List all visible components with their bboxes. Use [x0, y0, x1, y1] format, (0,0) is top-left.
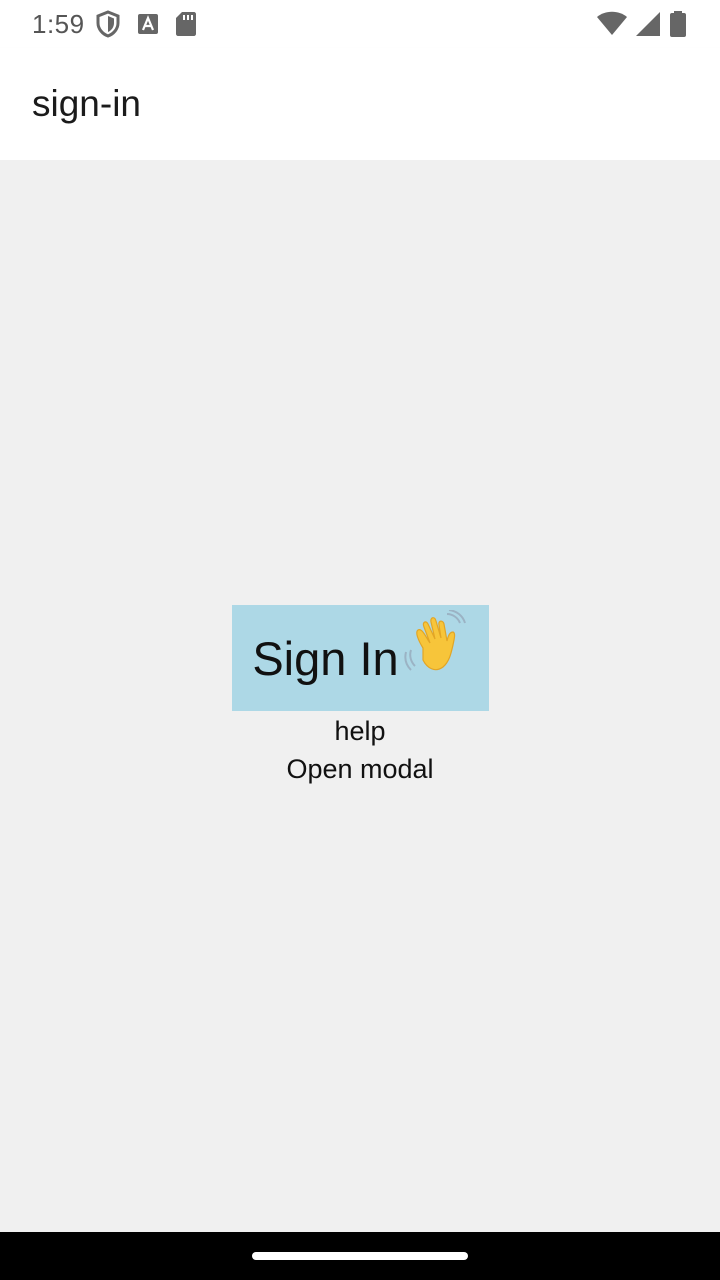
- cellular-signal-icon: [634, 11, 662, 37]
- sd-card-icon: [175, 11, 197, 37]
- status-bar: 1:59: [0, 0, 720, 48]
- status-time: 1:59: [32, 8, 85, 39]
- help-link[interactable]: help: [0, 716, 720, 747]
- sign-in-label: Sign In: [252, 631, 399, 685]
- navigation-bar: [0, 1232, 720, 1280]
- battery-icon: [668, 10, 688, 38]
- shield-icon: [95, 10, 121, 38]
- sign-in-button[interactable]: Sign In: [232, 605, 489, 711]
- font-a-icon: [137, 13, 159, 35]
- wifi-icon: [596, 11, 628, 37]
- main-content: Sign In help Open modal: [0, 160, 720, 1232]
- open-modal-link[interactable]: Open modal: [0, 754, 720, 785]
- status-left-icons: [95, 10, 197, 38]
- waving-hand-icon: [403, 608, 469, 687]
- status-right-icons: [596, 10, 688, 38]
- home-gesture-handle[interactable]: [252, 1252, 468, 1260]
- page-title: sign-in: [32, 83, 141, 124]
- app-bar: sign-in: [0, 48, 720, 160]
